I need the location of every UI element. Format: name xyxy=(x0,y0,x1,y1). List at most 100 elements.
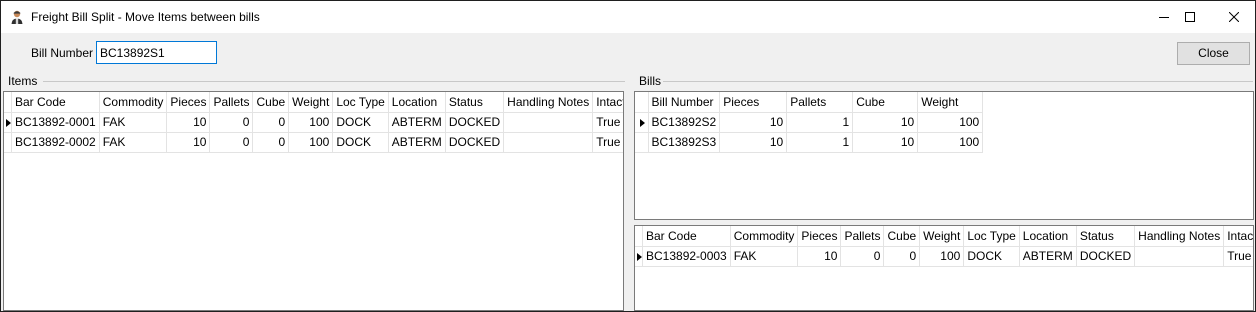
table-cell[interactable]: 10 xyxy=(852,112,919,133)
table-row[interactable]: BC13892S2 10 1 10 100 xyxy=(635,112,984,133)
table-cell[interactable]: 0 xyxy=(209,132,254,153)
table-cell[interactable]: ABTERM xyxy=(1019,246,1077,267)
items-header-row: Bar Code Commodity Pieces Pallets Cube Weight… xyxy=(4,92,623,113)
column-header[interactable]: Pieces xyxy=(166,92,211,113)
table-cell[interactable]: 100 xyxy=(288,112,334,133)
column-header[interactable]: Cube xyxy=(252,92,290,113)
table-cell[interactable]: FAK xyxy=(730,246,799,267)
close-button[interactable]: Close xyxy=(1177,42,1250,65)
table-cell[interactable]: True xyxy=(592,112,623,133)
column-header[interactable]: Commodity xyxy=(99,92,168,113)
table-cell[interactable]: DOCK xyxy=(963,246,1020,267)
table-cell[interactable]: FAK xyxy=(99,132,168,153)
table-cell[interactable]: 0 xyxy=(883,246,921,267)
table-cell[interactable]: 0 xyxy=(209,112,254,133)
column-header[interactable]: Status xyxy=(445,92,505,113)
table-cell[interactable]: DOCK xyxy=(332,132,389,153)
bills-group-border xyxy=(663,81,1253,82)
column-header[interactable]: Cube xyxy=(852,92,919,113)
table-cell[interactable]: ABTERM xyxy=(388,132,446,153)
freight-bill-split-window: Freight Bill Split - Move Items between … xyxy=(0,0,1256,312)
row-header[interactable] xyxy=(635,132,649,153)
table-cell[interactable]: 1 xyxy=(786,112,854,133)
table-cell[interactable]: 10 xyxy=(166,132,211,153)
table-cell[interactable]: BC13892-0002 xyxy=(11,132,100,153)
table-cell[interactable]: 0 xyxy=(840,246,885,267)
table-cell[interactable]: 10 xyxy=(852,132,919,153)
table-cell[interactable]: ABTERM xyxy=(388,112,446,133)
maximize-button[interactable] xyxy=(1167,1,1213,33)
close-window-button[interactable] xyxy=(1211,1,1256,33)
column-header[interactable]: Loc Type xyxy=(963,226,1020,247)
table-cell[interactable]: 10 xyxy=(797,246,842,267)
items-group-label: Items xyxy=(6,74,40,88)
table-cell[interactable]: 10 xyxy=(719,112,788,133)
table-cell[interactable]: DOCK xyxy=(332,112,389,133)
bill-number-input[interactable] xyxy=(96,41,217,64)
column-header[interactable]: Pallets xyxy=(786,92,854,113)
table-cell[interactable]: True xyxy=(592,132,623,153)
table-cell[interactable]: BC13892-0003 xyxy=(642,246,731,267)
column-header[interactable]: Intact xyxy=(1223,226,1253,247)
table-cell[interactable]: 100 xyxy=(917,132,984,153)
row-header[interactable] xyxy=(635,112,649,133)
table-cell[interactable]: DOCKED xyxy=(445,112,505,133)
vertical-splitter[interactable] xyxy=(625,81,631,311)
toolbar: Bill Number Close xyxy=(1,33,1255,73)
column-header[interactable]: Intact xyxy=(592,92,623,113)
column-header[interactable]: Weight xyxy=(919,226,965,247)
table-cell[interactable]: FAK xyxy=(99,112,168,133)
column-header[interactable]: Weight xyxy=(288,92,334,113)
table-cell[interactable] xyxy=(503,112,594,133)
table-cell[interactable]: DOCKED xyxy=(445,132,505,153)
column-header[interactable]: Weight xyxy=(917,92,984,113)
bill-items-grid[interactable]: Bar Code Commodity Pieces Pallets Cube Weight… xyxy=(634,225,1254,311)
table-cell[interactable]: 100 xyxy=(919,246,965,267)
column-header[interactable]: Pallets xyxy=(209,92,254,113)
column-header[interactable]: Pieces xyxy=(797,226,842,247)
table-cell[interactable]: True xyxy=(1223,246,1253,267)
column-header[interactable]: Pallets xyxy=(840,226,885,247)
table-cell[interactable]: 1 xyxy=(786,132,854,153)
column-header[interactable]: Pieces xyxy=(719,92,788,113)
close-icon xyxy=(1229,12,1239,22)
column-header[interactable]: Handling Notes xyxy=(503,92,594,113)
row-header[interactable] xyxy=(4,112,12,133)
table-cell[interactable]: DOCKED xyxy=(1076,246,1136,267)
table-cell[interactable]: BC13892-0001 xyxy=(11,112,100,133)
table-cell[interactable] xyxy=(1134,246,1225,267)
table-cell[interactable]: BC13892S2 xyxy=(648,112,721,133)
items-grid[interactable]: Bar Code Commodity Pieces Pallets Cube Weight… xyxy=(3,91,624,311)
table-row[interactable]: BC13892-0003 FAK 10 0 0 100 DOCK ABTERM DOCKED Tr… xyxy=(635,246,1253,267)
table-cell[interactable]: 10 xyxy=(719,132,788,153)
column-header[interactable]: Handling Notes xyxy=(1134,226,1225,247)
table-cell[interactable]: 10 xyxy=(166,112,211,133)
row-header[interactable] xyxy=(635,246,643,267)
column-header[interactable]: Loc Type xyxy=(332,92,389,113)
table-cell[interactable]: BC13892S3 xyxy=(648,132,721,153)
column-header[interactable]: Bar Code xyxy=(11,92,100,113)
row-header[interactable] xyxy=(4,132,12,153)
bill-items-header-row: Bar Code Commodity Pieces Pallets Cube Weight… xyxy=(635,226,1253,247)
column-header[interactable]: Location xyxy=(388,92,446,113)
table-row[interactable]: BC13892-0002 FAK 10 0 0 100 DOCK ABTERM DOCKED Tr… xyxy=(4,132,623,153)
column-header[interactable]: Commodity xyxy=(730,226,799,247)
column-header[interactable]: Location xyxy=(1019,226,1077,247)
table-cell[interactable]: 100 xyxy=(917,112,984,133)
table-cell[interactable]: 0 xyxy=(252,112,290,133)
column-header[interactable]: Status xyxy=(1076,226,1136,247)
column-header[interactable]: Bill Number xyxy=(648,92,721,113)
table-cell[interactable] xyxy=(503,132,594,153)
items-group-border xyxy=(43,81,625,82)
bill-number-label: Bill Number xyxy=(31,46,94,60)
current-row-arrow-icon xyxy=(637,252,642,261)
table-cell[interactable]: 0 xyxy=(252,132,290,153)
table-row[interactable]: BC13892-0001 FAK 10 0 0 100 DOCK ABTERM DOCKED Tr… xyxy=(4,112,623,133)
table-cell[interactable]: 100 xyxy=(288,132,334,153)
column-header[interactable]: Cube xyxy=(883,226,921,247)
table-row[interactable]: BC13892S3 10 1 10 100 xyxy=(635,132,984,153)
bills-grid[interactable]: Bill Number Pieces Pallets Cube Weight BC138… xyxy=(634,91,1254,220)
column-header[interactable]: Bar Code xyxy=(642,226,731,247)
current-row-arrow-icon xyxy=(639,118,645,127)
title-bar[interactable]: Freight Bill Split - Move Items between … xyxy=(1,1,1255,33)
